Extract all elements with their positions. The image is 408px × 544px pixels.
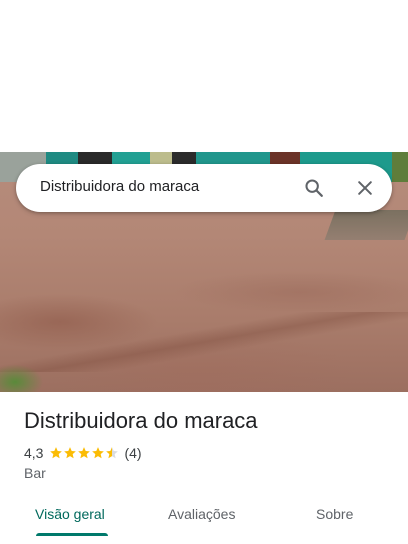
search-query[interactable]: Distribuidora do maraca — [40, 178, 199, 195]
search-bar[interactable]: Distribuidora do maraca — [16, 164, 392, 212]
place-title: Distribuidora do maraca — [24, 408, 258, 433]
active-tab-indicator — [36, 533, 108, 536]
clear-search-button[interactable] — [349, 172, 381, 204]
empty-top-area — [0, 0, 408, 152]
half-star-icon — [106, 447, 119, 459]
rating-value: 4,3 — [24, 445, 44, 461]
photo-road-track — [0, 312, 408, 372]
star-icon — [92, 447, 105, 459]
photo-curb — [324, 210, 408, 240]
place-tabs: Visão geral Avaliações Sobre — [0, 498, 408, 544]
tab-overview[interactable]: Visão geral — [35, 506, 105, 522]
place-category: Bar — [24, 465, 46, 481]
tab-about[interactable]: Sobre — [316, 506, 353, 522]
star-icon — [50, 447, 63, 459]
star-icon — [64, 447, 77, 459]
search-icon — [305, 179, 323, 197]
tab-reviews[interactable]: Avaliações — [168, 506, 235, 522]
star-icon — [78, 447, 91, 459]
close-icon — [358, 181, 372, 195]
review-count[interactable]: (4) — [124, 445, 141, 461]
photo-grass — [0, 352, 60, 392]
search-button[interactable] — [298, 172, 330, 204]
rating-row[interactable]: 4,3 (4) — [24, 444, 142, 462]
star-rating — [49, 446, 119, 460]
